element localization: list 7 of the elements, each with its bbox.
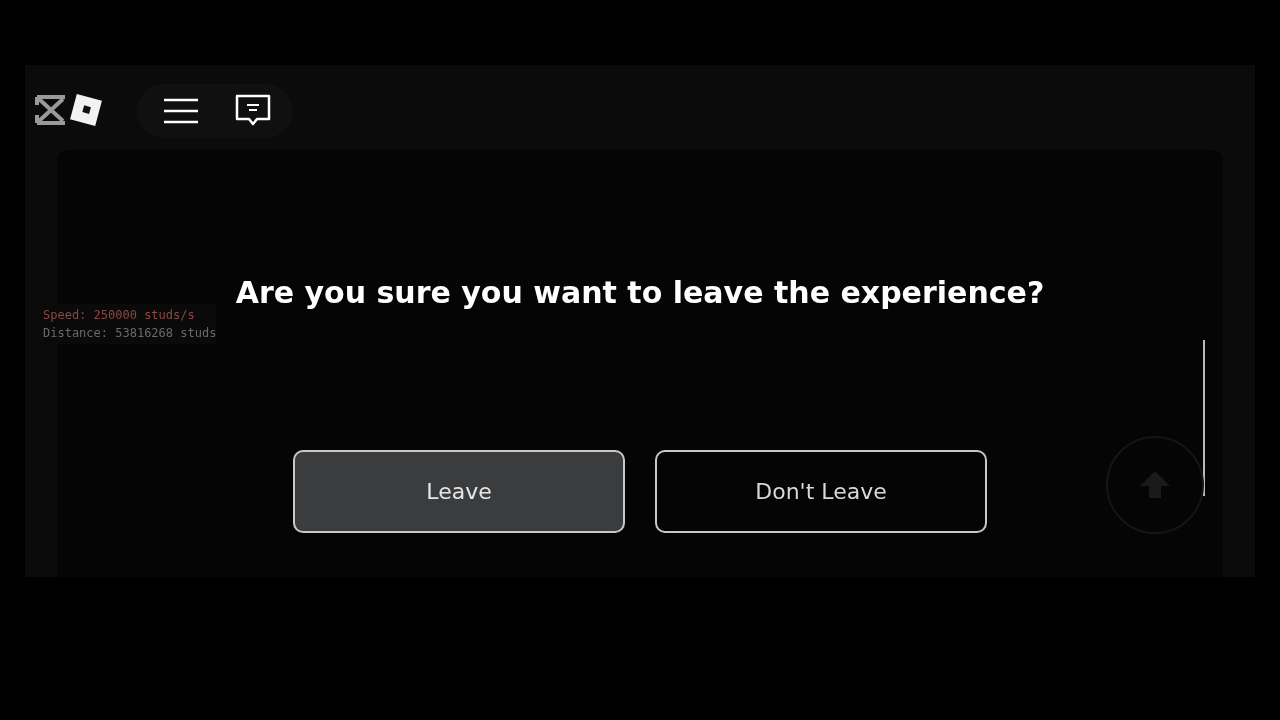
dialog-title: Are you sure you want to leave the experience? xyxy=(235,275,1045,310)
stay-button[interactable]: Don't Leave xyxy=(655,450,987,533)
chat-icon[interactable] xyxy=(235,94,271,128)
leave-button[interactable]: Leave xyxy=(293,450,625,533)
distance-text: Distance: 53816268 studs xyxy=(43,325,217,342)
menu-icon[interactable] xyxy=(163,98,199,124)
speed-text: Speed: 250000 studs/s xyxy=(43,307,196,324)
